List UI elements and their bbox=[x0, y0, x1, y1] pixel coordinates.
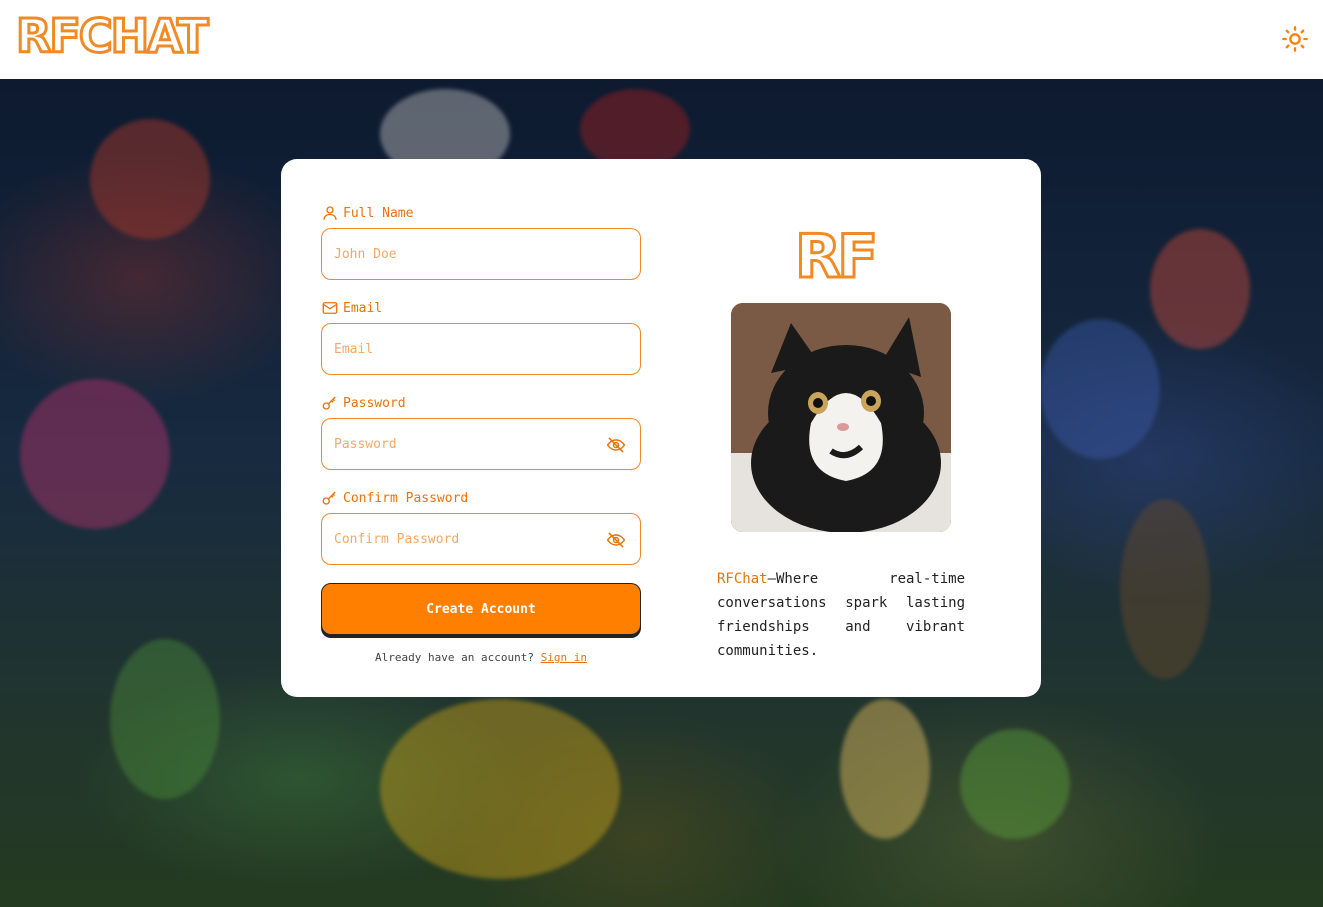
cat-photo bbox=[731, 303, 951, 532]
signup-form: Full Name Email Password bbox=[321, 203, 641, 664]
email-label-text: Email bbox=[343, 300, 383, 316]
full-name-label: Full Name bbox=[321, 203, 641, 223]
email-input[interactable] bbox=[322, 324, 640, 374]
confirm-password-label-text: Confirm Password bbox=[343, 490, 469, 506]
svg-text:RF: RF bbox=[795, 225, 874, 283]
sun-icon bbox=[1282, 26, 1308, 52]
confirm-password-label: Confirm Password bbox=[321, 488, 641, 508]
password-label-text: Password bbox=[343, 395, 406, 411]
signin-link[interactable]: Sign in bbox=[541, 651, 587, 664]
app-logo[interactable]: RFCHAT bbox=[14, 8, 224, 65]
full-name-label-text: Full Name bbox=[343, 205, 414, 221]
mail-icon bbox=[322, 302, 338, 314]
user-icon bbox=[323, 206, 337, 220]
eye-off-icon[interactable] bbox=[606, 435, 626, 455]
eye-off-icon[interactable] bbox=[606, 530, 626, 550]
password-label: Password bbox=[321, 393, 641, 413]
confirm-password-field[interactable] bbox=[321, 513, 641, 565]
tagline: RFChat—Where real-time conversations spa… bbox=[717, 567, 965, 663]
email-field[interactable] bbox=[321, 323, 641, 375]
top-bar: RFCHAT bbox=[0, 0, 1323, 79]
signin-row: Already have an account? Sign in bbox=[321, 651, 641, 664]
full-name-field[interactable] bbox=[321, 228, 641, 280]
signin-prompt: Already have an account? bbox=[375, 651, 534, 664]
create-account-button[interactable]: Create Account bbox=[321, 583, 641, 635]
key-icon bbox=[322, 491, 336, 505]
create-account-label: Create Account bbox=[426, 601, 536, 617]
email-label: Email bbox=[321, 298, 641, 318]
confirm-password-input[interactable] bbox=[322, 514, 640, 564]
tagline-brand: RFChat bbox=[717, 571, 768, 587]
key-icon bbox=[322, 396, 336, 410]
full-name-input[interactable] bbox=[322, 229, 640, 279]
signup-card: Full Name Email Password bbox=[281, 159, 1041, 697]
password-input[interactable] bbox=[322, 419, 640, 469]
svg-text:RFCHAT: RFCHAT bbox=[16, 12, 209, 62]
password-field[interactable] bbox=[321, 418, 641, 470]
theme-toggle-button[interactable] bbox=[1281, 25, 1309, 53]
brand-logo: RF bbox=[794, 221, 887, 294]
